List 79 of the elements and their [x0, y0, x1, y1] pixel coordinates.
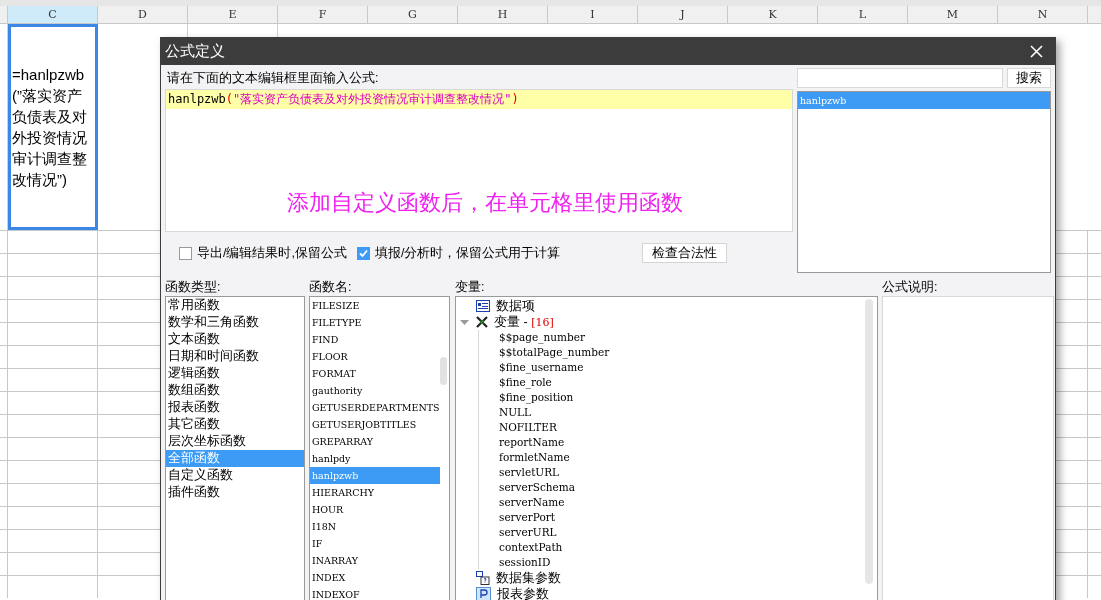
description-label: 公式说明:	[882, 279, 939, 296]
column-header[interactable]: I	[548, 6, 638, 23]
list-item[interactable]: 数学和三角函数	[166, 314, 304, 331]
list-item[interactable]: GETUSERDEPARTMENTS	[310, 399, 440, 416]
list-item[interactable]: 其它函数	[166, 416, 304, 433]
list-item[interactable]: GREPARRAY	[310, 433, 440, 450]
scrollbar-thumb[interactable]	[440, 357, 447, 385]
column-header[interactable]: E	[188, 6, 278, 23]
column-header[interactable]: M	[908, 6, 998, 23]
list-item[interactable]: 常用函数	[166, 297, 304, 314]
variables-label: 变量:	[455, 279, 486, 296]
list-item[interactable]: gauthority	[310, 382, 440, 399]
list-item[interactable]: 文本函数	[166, 331, 304, 348]
selected-cell[interactable]: =hanlpzwb(”落实资产负债表及对外投资情况审计调查整改情况”)	[8, 24, 98, 230]
tree-leaf[interactable]: serverPort	[499, 510, 865, 525]
list-item[interactable]: 逻辑函数	[166, 365, 304, 382]
close-icon[interactable]	[1030, 45, 1043, 58]
column-header[interactable]: C	[8, 6, 98, 23]
list-item[interactable]: HIERARCHY	[310, 484, 440, 501]
list-item[interactable]: INDEX	[310, 569, 440, 586]
editor-label: 请在下面的文本编辑框里面输入公式:	[166, 70, 380, 87]
list-item[interactable]: FILESIZE	[310, 297, 440, 314]
list-item[interactable]: hanlpdy	[310, 450, 440, 467]
tree-leaf[interactable]: serverURL	[499, 525, 865, 540]
validate-button[interactable]: 检查合法性	[642, 243, 728, 263]
list-item[interactable]: INARRAY	[310, 552, 440, 569]
list-item[interactable]: IF	[310, 535, 440, 552]
check-icon	[357, 247, 369, 259]
tree-leaf[interactable]: $fine_username	[499, 360, 865, 375]
scrollbar-thumb[interactable]	[865, 299, 873, 584]
tree-leaf[interactable]: $$totalPage_number	[499, 345, 865, 360]
form-icon	[476, 300, 490, 312]
annotation-text: 添加自定义函数后，在单元格里使用函数	[287, 189, 683, 217]
search-field[interactable]	[797, 68, 1003, 88]
tree-leaf[interactable]: serverSchema	[499, 480, 865, 495]
tree-leaf[interactable]: sessionID	[499, 555, 865, 570]
tree-leaf[interactable]: NULL	[499, 405, 865, 420]
list-item[interactable]: 数组函数	[166, 382, 304, 399]
column-header[interactable]: F	[278, 6, 368, 23]
list-item[interactable]: 插件函数	[166, 484, 304, 501]
tree-leaf[interactable]: reportName	[499, 435, 865, 450]
list-item[interactable]: GETUSERJOBTITLES	[310, 416, 440, 433]
list-item[interactable]: HOUR	[310, 501, 440, 518]
column-header[interactable]: G	[368, 6, 458, 23]
formula-editor[interactable]: hanlpzwb("落实资产负债表及对外投资情况审计调查整改情况") 添加自定义函数后，在单元格里使用函数	[165, 89, 793, 232]
column-header[interactable]: D	[98, 6, 188, 23]
list-item[interactable]: FILETYPE	[310, 314, 440, 331]
parameter-icon	[476, 587, 491, 600]
list-item[interactable]: FORMAT	[310, 365, 440, 382]
tree-leaf[interactable]: formletName	[499, 450, 865, 465]
tree-leaf[interactable]: $fine_role	[499, 375, 865, 390]
collapse-icon[interactable]	[460, 317, 469, 327]
column-header[interactable]: H	[458, 6, 548, 23]
list-item[interactable]: FLOOR	[310, 348, 440, 365]
dataset-icon	[476, 571, 490, 585]
tree-leaf[interactable]: servletURL	[499, 465, 865, 480]
list-item[interactable]: FIND	[310, 331, 440, 348]
column-header[interactable]: J	[638, 6, 728, 23]
list-item[interactable]: 层次坐标函数	[166, 433, 304, 450]
column-header[interactable]: L	[818, 6, 908, 23]
list-item[interactable]: INDEXOF	[310, 586, 440, 600]
types-label: 函数类型:	[165, 279, 222, 296]
option-checkbox[interactable]: 导出/编辑结果时,保留公式	[179, 243, 347, 263]
option-checkbox[interactable]: 填报/分析时，保留公式用于计算	[356, 243, 561, 263]
tree-leaf[interactable]: contextPath	[499, 540, 865, 555]
names-label: 函数名:	[309, 279, 353, 296]
list-item[interactable]: 报表函数	[166, 399, 304, 416]
cross-arrows-icon	[476, 316, 488, 328]
window-title: 公式定义	[165, 41, 225, 62]
column-header[interactable]: K	[728, 6, 818, 23]
tree-leaf[interactable]: NOFILTER	[499, 420, 865, 435]
search-button[interactable]: 搜索	[1007, 68, 1051, 88]
column-header[interactable]: N	[998, 6, 1088, 23]
list-item[interactable]: 自定义函数	[166, 467, 304, 484]
tree-leaf[interactable]: $fine_position	[499, 390, 865, 405]
tree-leaf[interactable]: $$page_number	[499, 330, 865, 345]
tree-leaf[interactable]: serverName	[499, 495, 865, 510]
list-item[interactable]: 日期和时间函数	[166, 348, 304, 365]
list-item[interactable]: I18N	[310, 518, 440, 535]
